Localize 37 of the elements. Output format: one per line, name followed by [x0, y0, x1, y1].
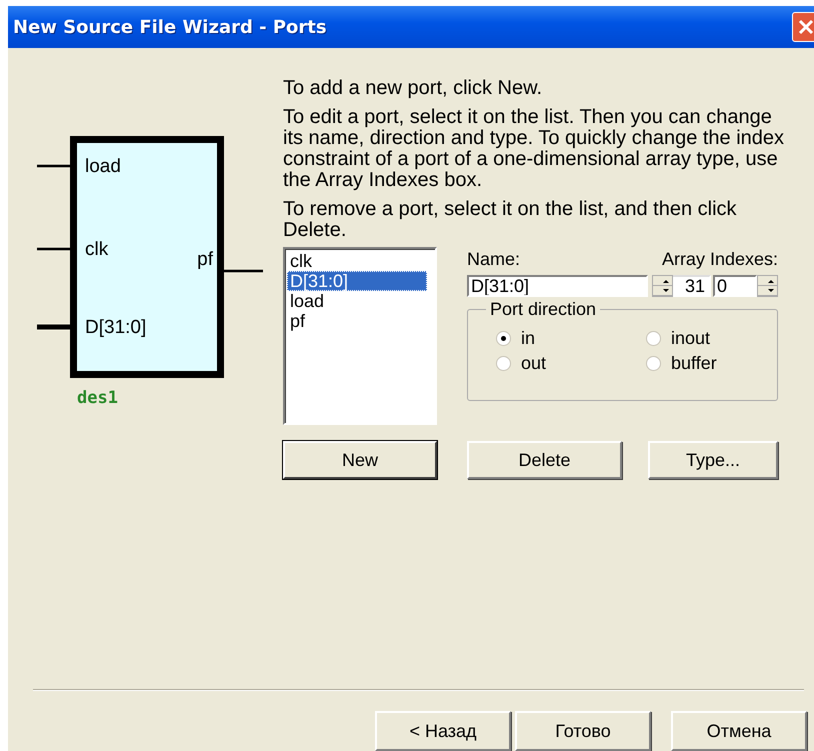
button[interactable]: < Назад: [375, 711, 511, 751]
array-indexes-label: Array Indexes:: [662, 249, 778, 269]
instruction-text: To add a new port, click New.: [283, 78, 544, 99]
radio-button[interactable]: [646, 330, 661, 346]
close-icon: [797, 18, 814, 36]
button[interactable]: Delete: [467, 441, 622, 479]
port-list[interactable]: clk D[31:0] load pf: [283, 247, 437, 425]
radio-label[interactable]: in: [521, 328, 536, 348]
radio-button[interactable]: [646, 356, 661, 370]
button[interactable]: New: [283, 441, 437, 479]
instruction-text: To remove a port, select it on the list, and then click Delete.: [283, 199, 738, 241]
name-field[interactable]: D[31:0]: [467, 275, 648, 297]
instruction-text: To edit a port, select it on the list. Then you can change its name, direction and type. To quickly change the index constraint of a port of a one-dimensional array type, use the Array Indexes box.: [283, 107, 786, 191]
button[interactable]: Type...: [648, 441, 778, 479]
button[interactable]: Отмена: [671, 711, 807, 751]
button[interactable]: Готово: [515, 711, 651, 751]
output-pin: pf: [197, 249, 263, 272]
list-item[interactable]: load: [287, 291, 427, 311]
radio-button[interactable]: [496, 356, 511, 370]
close-button[interactable]: [792, 12, 814, 42]
input-pin: load: [37, 156, 121, 177]
radio-button[interactable]: [496, 330, 511, 346]
name-label: Name:: [467, 249, 520, 269]
radio-label[interactable]: buffer: [671, 353, 717, 373]
input-pin: clk: [37, 239, 108, 260]
list-item[interactable]: clk: [287, 251, 427, 271]
radio-label[interactable]: inout: [671, 328, 710, 348]
spinner[interactable]: [652, 275, 673, 297]
window-title: New Source File Wizard - Ports: [12, 16, 327, 38]
index-field[interactable]: 31: [673, 275, 711, 297]
radio-label[interactable]: out: [521, 353, 546, 373]
list-item[interactable]: D[31:0]: [287, 271, 427, 291]
instance-name: des1: [77, 388, 118, 408]
bus-input-pin: D[31:0]: [37, 317, 146, 338]
list-item[interactable]: pf: [287, 311, 427, 331]
spinner[interactable]: [757, 275, 778, 297]
index-field[interactable]: 0: [713, 275, 757, 297]
